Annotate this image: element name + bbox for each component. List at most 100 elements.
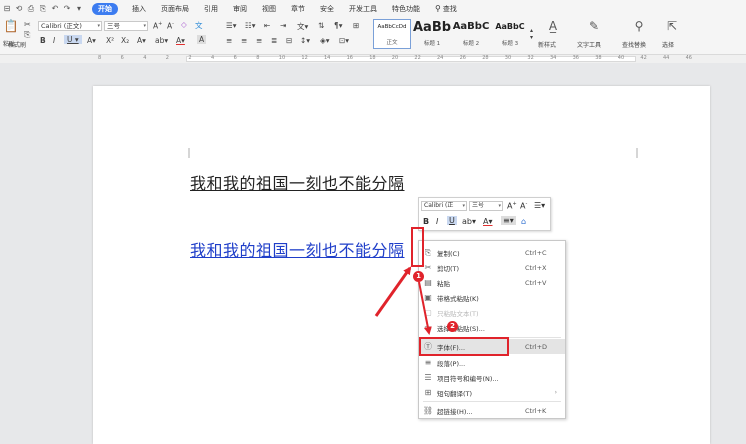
mini-highlight-icon[interactable]: ab▾ <box>462 217 476 226</box>
copy-file-icon[interactable]: ⎘ <box>38 4 48 14</box>
tab-references[interactable]: 引用 <box>204 4 218 14</box>
shrink-font-icon[interactable]: A- <box>167 21 174 31</box>
menu-search[interactable]: ⚲ 查找 <box>435 4 457 14</box>
align-right-icon[interactable]: ≡ <box>256 36 262 45</box>
tab-view[interactable]: 视图 <box>262 4 276 14</box>
menu-item-paste-special[interactable]: ▭ 选择性粘贴(S)... <box>419 320 565 335</box>
text-effect-icon[interactable]: A▾ <box>137 36 146 45</box>
paste-icon[interactable]: 📋 <box>2 19 20 33</box>
menu-item-label: 带格式粘贴(K) <box>437 294 479 303</box>
menu-item-hyperlink[interactable]: ⛓ 超链接(H)... Ctrl+K <box>419 403 565 418</box>
mini-font-size-select[interactable]: 三号 ▾ <box>469 201 503 211</box>
subscript-icon[interactable]: X₂ <box>121 36 129 45</box>
style-name: 标题 2 <box>462 41 480 47</box>
mini-font-color-icon[interactable]: A▾ <box>483 217 493 226</box>
justify-icon[interactable]: ≣ <box>271 36 277 45</box>
sort-icon[interactable]: ⇅ <box>318 21 324 30</box>
underline-icon[interactable]: U ▾ <box>64 35 82 44</box>
bullet-list-icon[interactable]: ☰▾ <box>226 21 237 30</box>
line-spacing-icon[interactable]: ↕▾ <box>300 36 310 45</box>
menu-item-paste[interactable]: ▤ 粘贴 Ctrl+V <box>419 275 565 290</box>
select-pointer-icon[interactable]: ⇱ <box>663 19 681 33</box>
undo-history-icon[interactable]: ⟲ <box>14 4 24 13</box>
redo-icon[interactable]: ↷ <box>62 4 72 13</box>
show-marks-icon[interactable]: ¶▾ <box>334 21 343 30</box>
style-normal[interactable]: AaBbCcDd 正文 <box>373 19 411 49</box>
tab-developer[interactable]: 开发工具 <box>349 4 377 14</box>
decrease-indent-icon[interactable]: ⇤ <box>264 21 270 30</box>
select-label[interactable]: 选择 <box>662 40 674 49</box>
context-menu: ⎘ 复制(C) Ctrl+C ✂ 剪切(T) Ctrl+X ▤ 粘贴 Ctrl+… <box>418 240 566 419</box>
font-color-a-icon[interactable]: A▾ <box>87 36 96 45</box>
tab-special-features[interactable]: 特色功能 <box>392 4 420 14</box>
new-style-label[interactable]: 新样式 <box>538 40 556 49</box>
mini-font-name-select[interactable]: Calibri (正 ▾ <box>421 201 467 211</box>
number-list-icon[interactable]: ☷▾ <box>245 21 256 30</box>
save-icon[interactable]: ⊟ <box>2 4 12 13</box>
document-text-line-1[interactable]: 我和我的祖国一刻也不能分隔 <box>190 170 405 194</box>
mini-grow-font-icon[interactable]: A+ <box>507 201 517 211</box>
mini-underline-icon[interactable]: U <box>447 216 457 225</box>
font-size-select[interactable]: 三号 ▾ <box>104 21 148 31</box>
find-replace-label[interactable]: 查找替换 <box>622 40 646 49</box>
tab-review[interactable]: 审阅 <box>233 4 247 14</box>
tab-section[interactable]: 章节 <box>291 4 305 14</box>
style-heading-1[interactable]: AaBb 标题 1 <box>413 19 451 49</box>
format-painter-label[interactable]: 格式刷 <box>8 40 26 49</box>
menu-item-paste-text-only[interactable]: ▢ 只粘贴文本(T) <box>419 305 565 320</box>
style-heading-3[interactable]: AaBbC 标题 3 <box>491 19 529 49</box>
mini-shrink-font-icon[interactable]: A- <box>520 201 527 211</box>
font-color-icon[interactable]: A▾ <box>176 36 185 45</box>
mini-bold-icon[interactable]: B <box>423 217 429 226</box>
style-heading-2[interactable]: AaBbC 标题 2 <box>451 19 491 49</box>
menu-item-translate[interactable]: ⊞ 短句翻译(T) › <box>419 385 565 400</box>
customize-dropdown-icon[interactable]: ▾ <box>74 4 84 13</box>
text-tools-icon[interactable]: ✎ <box>585 19 603 33</box>
char-shading-icon[interactable]: A <box>197 35 207 44</box>
cut-icon[interactable]: ✂ <box>24 20 31 29</box>
highlight-icon[interactable]: ab▾ <box>155 36 168 45</box>
undo-icon[interactable]: ↶ <box>50 4 60 13</box>
styles-scroll-icon[interactable]: ▴ ▾ <box>530 27 533 41</box>
menu-item-cut[interactable]: ✂ 剪切(T) Ctrl+X <box>419 260 565 275</box>
align-left-icon[interactable]: ≡ <box>226 36 232 45</box>
mini-line-spacing-icon[interactable]: ☰▾ <box>534 201 545 210</box>
copy-icon[interactable]: ⎘ <box>24 30 30 40</box>
menu-item-copy[interactable]: ⎘ 复制(C) Ctrl+C <box>419 245 565 260</box>
chinese-layout-icon[interactable]: 文▾ <box>297 21 308 32</box>
border-icon[interactable]: ⊡▾ <box>339 36 349 45</box>
tab-insert[interactable]: 插入 <box>132 4 146 14</box>
horizontal-ruler[interactable]: 8 6 4 2 2 4 6 8 10 12 14 16 18 20 22 24 26 28 30 32 34 36 38 40… <box>0 55 746 63</box>
menu-item-paragraph[interactable]: ≡ 段落(P)... <box>419 355 565 370</box>
text-tools-label[interactable]: 文字工具 <box>577 40 601 49</box>
ruler-number: 4 <box>211 55 215 61</box>
mini-italic-icon[interactable]: I <box>436 217 438 226</box>
phonetic-icon[interactable]: 文 <box>195 20 203 31</box>
increase-indent-icon[interactable]: ⇥ <box>280 21 286 30</box>
tab-security[interactable]: 安全 <box>320 4 334 14</box>
tab-page-layout[interactable]: 页面布局 <box>161 4 189 14</box>
ruler-number: 38 <box>595 55 602 61</box>
table-icon[interactable]: ⊞ <box>353 21 359 30</box>
align-center-icon[interactable]: ≡ <box>241 36 247 45</box>
document-text-line-2[interactable]: 我和我的祖国一刻也不能分隔 <box>190 237 405 261</box>
print-icon[interactable]: ⎙ <box>26 4 36 14</box>
italic-icon[interactable]: I <box>53 36 55 45</box>
clear-format-icon[interactable]: ◇ <box>181 20 187 29</box>
tab-home[interactable]: 开始 <box>92 2 118 15</box>
mini-align-icon[interactable]: ≡▾ <box>501 216 516 225</box>
paste-text-icon: ▢ <box>424 308 432 317</box>
menu-item-bullets-numbering[interactable]: ☰ 项目符号和编号(N)... <box>419 370 565 385</box>
shading-icon[interactable]: ◈▾ <box>320 36 330 45</box>
find-replace-icon[interactable]: ⚲ <box>630 19 648 33</box>
grow-font-icon[interactable]: A+ <box>153 21 162 31</box>
font-name-select[interactable]: Calibri (正文) ▾ <box>38 21 102 31</box>
document-page[interactable] <box>93 86 710 444</box>
distribute-icon[interactable]: ⊟ <box>286 36 292 45</box>
menu-item-paste-with-format[interactable]: ▣ 带格式粘贴(K) <box>419 290 565 305</box>
superscript-icon[interactable]: X² <box>106 36 114 45</box>
mini-clear-format-icon[interactable]: ⌂ <box>521 217 526 226</box>
new-style-icon[interactable]: A̲ <box>544 19 562 33</box>
bold-icon[interactable]: B <box>40 36 46 45</box>
ruler-number: 44 <box>663 55 670 61</box>
